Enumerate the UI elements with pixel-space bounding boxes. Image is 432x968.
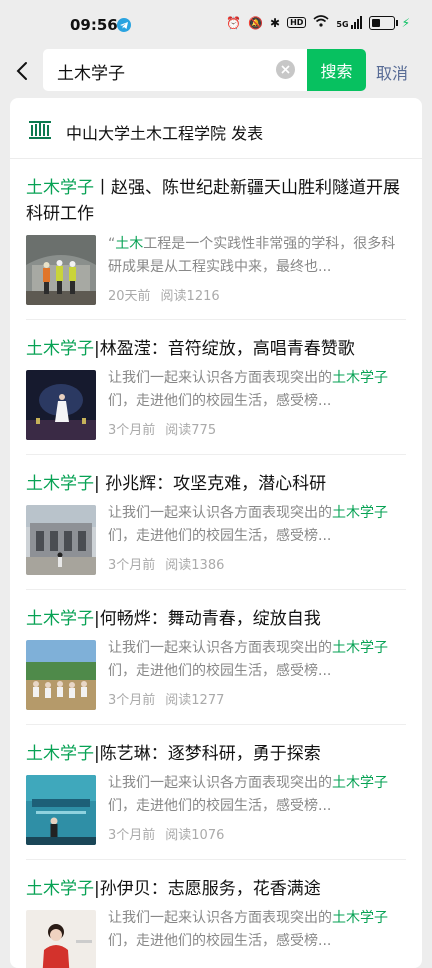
bluetooth-icon: ✱ — [270, 15, 281, 30]
article-item[interactable]: 土木学子丨赵强、陈世纪赴新疆天山胜利隧道开展科研工作 “土木工程是一个实践性非常… — [26, 159, 406, 320]
mute-icon: 🔕 — [248, 15, 264, 30]
status-bar: 09:56 ⏰ 🔕 ✱ HD 5G ⚡ — [0, 0, 432, 46]
school-logo-icon — [28, 118, 52, 142]
article-item[interactable]: 土木学子|林盈滢：音符绽放，高唱青春赞歌 让我们一起来认识各方面表现突出的土木学… — [26, 320, 406, 455]
article-item[interactable]: 土木学子|何畅烨：舞动青春，绽放自我 让我们一起来认识各方面表现突出的土木学子们… — [26, 590, 406, 725]
article-title[interactable]: 土木学子|林盈滢：音符绽放，高唱青春赞歌 — [26, 336, 406, 362]
wifi-icon — [313, 15, 329, 30]
article-thumbnail — [26, 235, 96, 305]
charging-icon: ⚡ — [401, 15, 410, 30]
search-bar: 土木学子 搜索 取消 — [0, 46, 432, 96]
article-title[interactable]: 土木学子丨赵强、陈世纪赴新疆天山胜利隧道开展科研工作 — [26, 175, 406, 227]
clock: 09:56 — [70, 16, 118, 34]
article-item[interactable]: 土木学子|孙伊贝：志愿服务，花香满途 让我们一起来认识各方面表现突出的土木学子们… — [26, 860, 406, 968]
article-meta — [108, 959, 118, 968]
back-arrow-icon[interactable] — [12, 60, 34, 82]
article-thumbnail — [26, 370, 96, 440]
article-digest: 让我们一起来认识各方面表现突出的土木学子们，走进他们的校园生活，感受榜... — [108, 775, 388, 814]
article-meta: 20天前 阅读1216 — [108, 289, 220, 304]
article-digest: “土木工程是一个实践性非常强的学科，很多科研成果是从工程实践中来，最终也... — [108, 236, 396, 275]
hd-icon: HD — [287, 17, 307, 28]
search-button[interactable]: 搜索 — [307, 49, 366, 91]
article-thumbnail — [26, 775, 96, 845]
article-meta: 3个月前 阅读775 — [108, 423, 217, 438]
article-thumbnail — [26, 505, 96, 575]
article-meta: 3个月前 阅读1386 — [108, 558, 225, 573]
article-title[interactable]: 土木学子| 孙兆辉：攻坚克难，潜心科研 — [26, 471, 406, 497]
search-input[interactable]: 土木学子 — [43, 49, 307, 91]
results-card: 中山大学土木工程学院 发表 土木学子丨赵强、陈世纪赴新疆天山胜利隧道开展科研工作… — [10, 98, 422, 968]
article-title[interactable]: 土木学子|何畅烨：舞动青春，绽放自我 — [26, 606, 406, 632]
article-meta: 3个月前 阅读1076 — [108, 828, 225, 843]
article-item[interactable]: 土木学子| 孙兆辉：攻坚克难，潜心科研 让我们一起来认识各方面表现突出的土木学子… — [26, 455, 406, 590]
article-thumbnail — [26, 910, 96, 968]
article-digest: 让我们一起来认识各方面表现突出的土木学子们，走进他们的校园生活，感受榜... — [108, 910, 388, 949]
article-digest: 让我们一起来认识各方面表现突出的土木学子们，走进他们的校园生活，感受榜... — [108, 370, 388, 409]
article-title[interactable]: 土木学子|陈艺琳：逐梦科研，勇于探索 — [26, 741, 406, 767]
battery-icon — [368, 15, 398, 30]
cancel-button[interactable]: 取消 — [376, 60, 408, 84]
article-digest: 让我们一起来认识各方面表现突出的土木学子们，走进他们的校园生活，感受榜... — [108, 640, 388, 679]
article-thumbnail — [26, 640, 96, 710]
signal-icon: 5G — [336, 16, 362, 29]
article-meta: 3个月前 阅读1277 — [108, 693, 225, 708]
article-title[interactable]: 土木学子|孙伊贝：志愿服务，花香满途 — [26, 876, 406, 902]
status-icons: ⏰ 🔕 ✱ HD 5G ⚡ — [226, 15, 410, 30]
publisher-header[interactable]: 中山大学土木工程学院 发表 — [10, 98, 422, 159]
search-query[interactable]: 土木学子 — [57, 59, 125, 84]
alarm-icon: ⏰ — [226, 15, 242, 30]
article-item[interactable]: 土木学子|陈艺琳：逐梦科研，勇于探索 让我们一起来认识各方面表现突出的土木学子们… — [26, 725, 406, 860]
clear-icon[interactable] — [276, 60, 295, 79]
publisher-name: 中山大学土木工程学院 发表 — [66, 124, 264, 143]
article-digest: 让我们一起来认识各方面表现突出的土木学子们，走进他们的校园生活，感受榜... — [108, 505, 388, 544]
telegram-icon — [117, 17, 131, 36]
